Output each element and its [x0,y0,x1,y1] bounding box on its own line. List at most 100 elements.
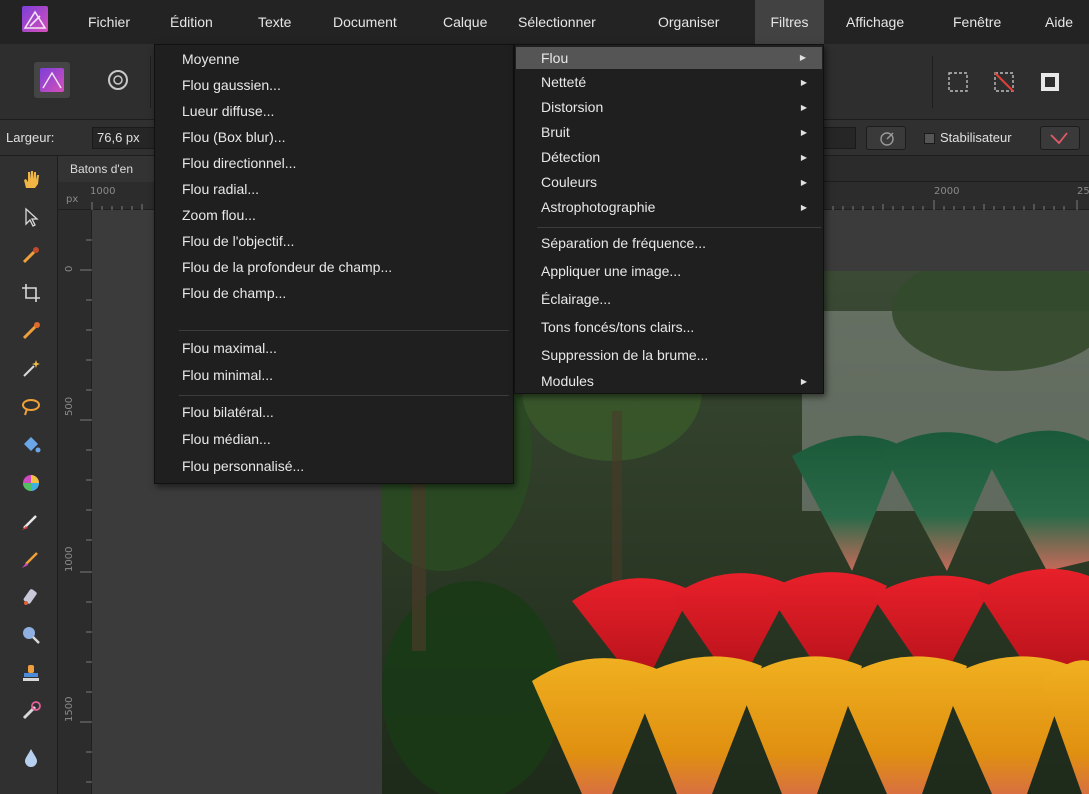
menu-organiser[interactable]: Organiser [658,0,719,44]
burn-icon[interactable] [20,700,42,722]
menu-item-label: Distorsion [541,99,604,115]
brush-icon[interactable] [20,510,42,532]
photo-persona-button[interactable] [34,62,70,98]
deselect-icon [994,72,1014,92]
deselect-button[interactable] [990,68,1018,96]
liquify-icon [108,70,128,90]
toolbar-separator [932,56,933,108]
rope-icon [1050,132,1068,145]
menu-item-astrophotographie[interactable]: Astrophotographie ▶ [515,195,823,220]
menu-texte[interactable]: Texte [258,0,291,44]
crop-icon[interactable] [20,282,42,304]
menu-calque[interactable]: Calque [443,0,487,44]
stabilizer-checkbox[interactable] [924,133,935,144]
magic-wand-icon[interactable] [20,358,42,380]
menu-item-distorsion[interactable]: Distorsion ▶ [515,95,823,120]
width-field[interactable]: 76,6 px [92,127,158,149]
menu-item-modules[interactable]: Modules ▶ [515,369,823,394]
menu-item-flou-personnalise[interactable]: Flou personnalisé... [155,454,513,479]
menu-item-label: Modules [541,373,594,389]
menu-affichage[interactable]: Affichage [846,0,904,44]
blur-drop-icon[interactable] [20,746,42,768]
menu-item-moyenne[interactable]: Moyenne [155,47,513,72]
menu-selectionner[interactable]: Sélectionner [518,0,596,44]
menu-fichier[interactable]: Fichier [88,0,130,44]
document-tab[interactable]: Batons d'en [58,156,166,182]
menu-item-zoom-flou[interactable]: Zoom flou... [155,203,513,228]
menu-bar: Fichier Édition Texte Document Calque Sé… [0,0,1089,44]
color-picker-icon[interactable] [20,244,42,266]
menu-item-label: Bruit [541,124,570,140]
menu-item-flou[interactable]: Flou ▶ [516,47,822,69]
menu-aide[interactable]: Aide [1045,0,1073,44]
menu-item-flou-gaussien[interactable]: Flou gaussien... [155,73,513,98]
menu-item-box-blur[interactable]: Flou (Box blur)... [155,125,513,150]
invert-selection-button[interactable] [1036,68,1064,96]
menu-item-label: Détection [541,149,601,165]
opacity-field[interactable] [822,127,856,149]
menu-item-nettete[interactable]: Netteté ▶ [515,70,823,95]
rope-mode-button[interactable] [1040,126,1080,150]
stamp-icon[interactable] [20,662,42,684]
filtres-menu: Flou ▶ Netteté ▶ Distorsion ▶ Bruit ▶ Dé… [514,44,824,394]
menu-item-lueur-diffuse[interactable]: Lueur diffuse... [155,99,513,124]
stabilizer-label: Stabilisateur [940,130,1012,145]
menu-item-flou-objectif[interactable]: Flou de l'objectif... [155,229,513,254]
menu-item-flou-maximal[interactable]: Flou maximal... [155,336,513,361]
paintbrush-icon[interactable] [20,320,42,342]
menu-item-bruit[interactable]: Bruit ▶ [515,120,823,145]
marquee-icon [948,72,968,92]
menu-item-flou-median[interactable]: Flou médian... [155,427,513,452]
lasso-icon[interactable] [20,396,42,418]
menu-item-flou-radial[interactable]: Flou radial... [155,177,513,202]
submenu-arrow-icon: ▶ [800,128,807,137]
toolbar-separator [150,56,151,108]
marquee-select-button[interactable] [944,68,972,96]
menu-item-flou-profondeur-champ[interactable]: Flou de la profondeur de champ... [155,255,513,280]
menu-separator [179,395,509,396]
menu-item-label: Flou [541,50,569,66]
clone-icon[interactable] [20,586,42,608]
hand-icon[interactable] [20,168,42,190]
menu-item-detection[interactable]: Détection ▶ [515,145,823,170]
menu-item-appliquer-image[interactable]: Appliquer une image... [515,259,823,284]
submenu-arrow-icon: ▶ [800,178,807,187]
menu-separator [179,330,509,331]
menu-item-label: Couleurs [541,174,598,190]
menu-document[interactable]: Document [333,0,397,44]
submenu-arrow-icon: ▶ [800,203,807,212]
fill-icon[interactable] [20,434,42,456]
menu-item-label: Netteté [541,74,587,90]
submenu-arrow-icon: ▶ [800,78,807,87]
affinity-photo-logo-icon[interactable] [22,6,48,32]
vertical-ruler: 0 500 1000 1500 [58,210,92,794]
menu-separator [537,227,821,228]
menu-item-eclairage[interactable]: Éclairage... [515,287,823,312]
width-label: Largeur: [6,130,55,145]
mixer-brush-icon[interactable] [20,548,42,570]
blur-submenu: Moyenne Flou gaussien... Lueur diffuse..… [154,44,514,484]
submenu-arrow-icon: ▶ [800,103,807,112]
menu-item-flou-bilateral[interactable]: Flou bilatéral... [155,400,513,425]
invert-selection-icon [1041,73,1059,91]
menu-item-flou-minimal[interactable]: Flou minimal... [155,363,513,388]
color-wheel-icon[interactable] [20,472,42,494]
menu-filtres[interactable]: Filtres [755,0,824,44]
menu-item-suppression-brume[interactable]: Suppression de la brume... [515,343,823,368]
menu-item-separation-frequence[interactable]: Séparation de fréquence... [515,231,823,256]
menu-item-flou-de-champ[interactable]: Flou de champ... [155,281,513,306]
pressure-button[interactable] [866,126,906,150]
submenu-arrow-icon: ▶ [800,377,807,386]
ruler-ticks [80,239,92,783]
menu-item-flou-directionnel[interactable]: Flou directionnel... [155,151,513,176]
menu-edition[interactable]: Édition [170,0,213,44]
tools-panel [0,156,58,794]
menu-fenetre[interactable]: Fenêtre [953,0,1001,44]
submenu-arrow-icon: ▶ [800,153,807,162]
move-icon[interactable] [20,206,42,228]
menu-item-tons-fonces-clairs[interactable]: Tons foncés/tons clairs... [515,315,823,340]
liquify-persona-button[interactable] [100,62,136,98]
zoom-icon[interactable] [20,624,42,646]
photo-persona-icon [40,68,64,92]
menu-item-couleurs[interactable]: Couleurs ▶ [515,170,823,195]
